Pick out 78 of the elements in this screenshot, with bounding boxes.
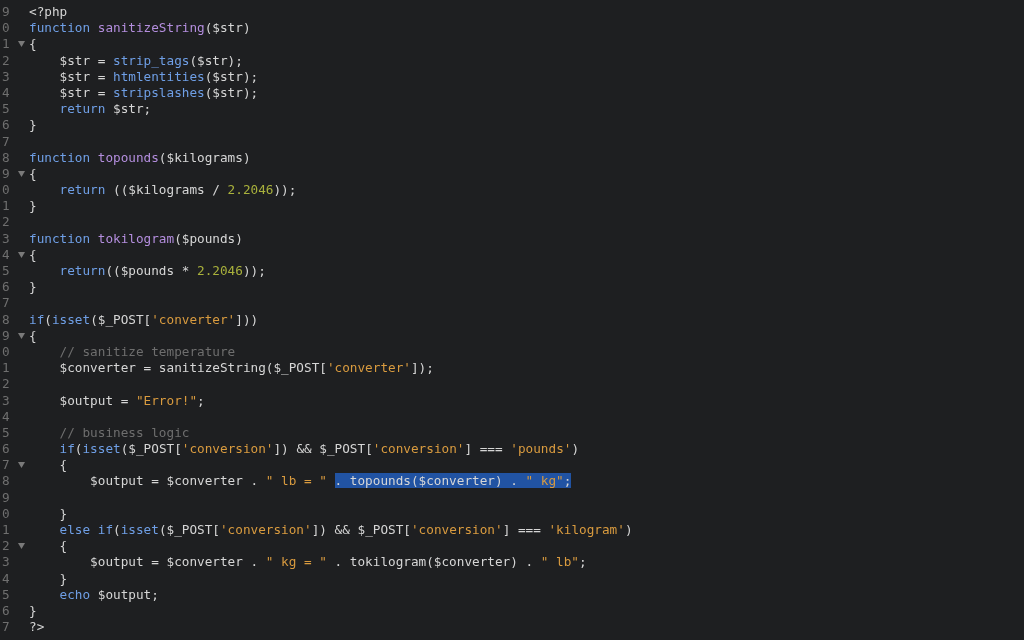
code-line: { (58, 538, 68, 555)
code-line: $str = htmlentities($str); (58, 68, 259, 85)
line-number: 3 (1, 554, 11, 571)
line-number: 9 (1, 327, 11, 344)
code-line: function sanitizeString($str) (29, 20, 251, 37)
line-number: 7 (1, 619, 11, 636)
line-number: 4 (1, 408, 11, 425)
line-number: 8 (1, 311, 11, 328)
line-number: 5 (1, 424, 11, 442)
code-line: } (58, 570, 68, 587)
code-line: // business logic (58, 424, 190, 442)
code-line: } (29, 602, 37, 620)
line-number: 2 (1, 52, 11, 69)
line-number: 7 (1, 295, 11, 312)
line-number: 8 (1, 473, 11, 490)
fold-arrow-icon[interactable] (18, 543, 25, 550)
code-line: } (29, 117, 37, 134)
code-line: echo $output; (58, 586, 159, 603)
code-line: { (58, 457, 68, 474)
line-number: 7 (1, 457, 11, 474)
code-line: $str = strip_tags($str); (58, 52, 243, 69)
line-number: 4 (1, 84, 11, 102)
line-number: 5 (1, 586, 11, 603)
code-line: ?> (29, 619, 45, 636)
code-line: <?php (29, 4, 68, 21)
fold-arrow-icon[interactable] (18, 251, 25, 258)
code-line: $output = $converter . " kg = " . tokilogram($converter) . " lb"; (89, 554, 587, 571)
code-line: { (29, 327, 37, 344)
code-line: } (29, 279, 37, 296)
code-line: $output = $converter . " lb = " . topounds($converter) . " kg"; (89, 473, 572, 490)
code-line: return $str; (58, 101, 152, 118)
line-number: 5 (1, 263, 11, 280)
line-number: 6 (1, 602, 11, 620)
line-number: 3 (1, 392, 11, 409)
code-line: } (58, 505, 68, 522)
fold-arrow-icon[interactable] (18, 41, 25, 48)
line-number: 9 (1, 489, 11, 506)
line-number: 6 (1, 117, 11, 134)
line-number: 6 (1, 441, 11, 458)
code-line: { (29, 246, 37, 263)
code-line: if(isset($_POST['conversion']) && $_POST['conversion'] === 'pounds') (58, 441, 580, 458)
line-number: 2 (1, 214, 11, 231)
fold-arrow-icon[interactable] (18, 332, 25, 339)
code-line: function tokilogram($pounds) (29, 230, 243, 247)
line-number: 4 (1, 570, 11, 587)
line-number: 4 (1, 246, 11, 263)
line-number: 7 (1, 133, 11, 150)
line-number: 9 (1, 4, 11, 21)
line-number: 0 (1, 182, 11, 199)
code-line: // sanitize temperature (58, 343, 236, 361)
code-line: { (29, 165, 37, 183)
code-line: { (29, 36, 37, 53)
code-line: function topounds($kilograms) (29, 149, 251, 166)
line-number: 3 (1, 230, 11, 247)
line-number: 9 (1, 165, 11, 183)
line-number: 1 (1, 36, 11, 53)
line-number: 0 (1, 20, 11, 37)
line-number: 6 (1, 279, 11, 296)
line-number: 2 (1, 376, 11, 393)
code-line: return(($pounds * 2.2046)); (58, 263, 266, 280)
line-number: 0 (1, 343, 11, 361)
line-number: 8 (1, 149, 11, 166)
line-number: 0 (1, 505, 11, 522)
code-line: return (($kilograms / 2.2046)); (58, 182, 297, 199)
fold-arrow-icon[interactable] (18, 170, 25, 177)
line-number: 3 (1, 68, 11, 85)
line-number: 2 (1, 538, 11, 555)
code-line: $output = "Error!"; (58, 392, 205, 409)
code-line: $str = stripslashes($str); (58, 84, 259, 102)
line-number: 1 (1, 522, 11, 539)
code-line: if(isset($_POST['converter'])) (29, 311, 259, 328)
code-line: $converter = sanitizeString($_POST['converter']); (58, 360, 434, 377)
line-number: 5 (1, 101, 11, 118)
line-number: 1 (1, 198, 11, 215)
code-line: } (29, 198, 37, 215)
code-line: else if(isset($_POST['conversion']) && $_POST['conversion'] === 'kilogram') (58, 522, 633, 539)
line-number: 1 (1, 360, 11, 377)
fold-arrow-icon[interactable] (18, 462, 25, 469)
